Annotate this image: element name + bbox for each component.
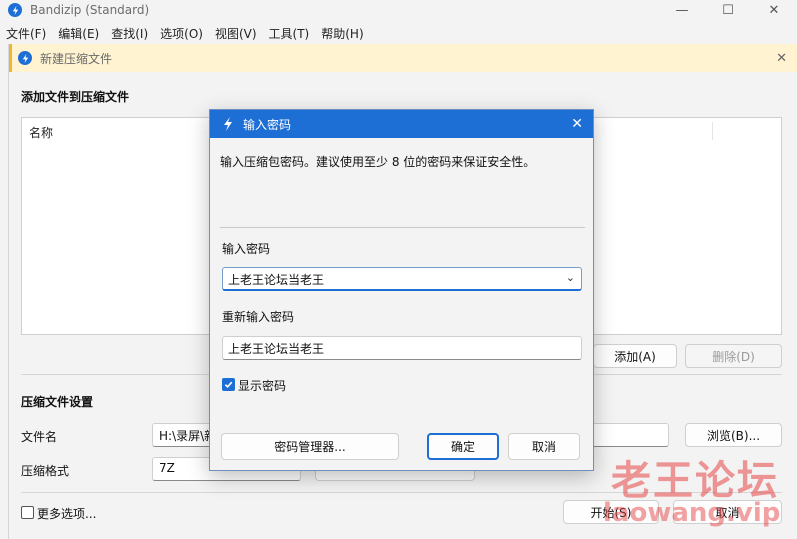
more-options-checkbox[interactable]: [21, 506, 34, 519]
show-password-label[interactable]: 显示密码: [238, 377, 286, 394]
create-archive-title: 新建压缩文件: [40, 51, 113, 66]
password-dialog: 输入密码 ✕ 输入压缩包密码。建议使用至少 8 位的密码来保证安全性。 输入密码…: [209, 109, 594, 471]
more-options-label[interactable]: 更多选项...: [37, 505, 96, 522]
window-controls: — ☐ ✕: [659, 0, 797, 20]
format-label: 压缩格式: [21, 464, 70, 478]
bandizip-logo-icon: [8, 3, 22, 17]
column-header-name[interactable]: 名称: [29, 124, 53, 141]
password-manager-button[interactable]: 密码管理器...: [221, 433, 399, 460]
settings-title: 压缩文件设置: [21, 395, 94, 409]
menu-edit[interactable]: 编辑(E): [52, 25, 105, 42]
app-titlebar: Bandizip (Standard) — ☐ ✕: [0, 0, 797, 20]
maximize-button[interactable]: ☐: [705, 0, 751, 20]
add-button[interactable]: 添加(A): [593, 344, 677, 368]
reenter-password-value: 上老王论坛当老王: [228, 342, 325, 356]
filename-label: 文件名: [21, 430, 58, 444]
password-dialog-titlebar: 输入密码 ✕: [210, 110, 593, 138]
menu-tools[interactable]: 工具(T): [263, 25, 316, 42]
bandizip-logo-icon: [18, 51, 32, 65]
browse-button[interactable]: 浏览(B)...: [685, 423, 782, 447]
password-dialog-title: 输入密码: [243, 117, 292, 132]
delete-button[interactable]: 删除(D): [685, 344, 782, 368]
reenter-password-label: 重新输入密码: [222, 310, 295, 324]
password-description: 输入压缩包密码。建议使用至少 8 位的密码来保证安全性。: [220, 155, 536, 169]
ok-button[interactable]: 确定: [427, 433, 499, 460]
reenter-password-input[interactable]: 上老王论坛当老王: [222, 336, 582, 360]
watermark-url: laowang.vip: [603, 498, 781, 528]
column-divider[interactable]: [712, 122, 713, 140]
close-icon[interactable]: ✕: [776, 51, 787, 66]
divider: [220, 227, 585, 228]
menu-help[interactable]: 帮助(H): [315, 25, 369, 42]
show-password-checkbox[interactable]: [222, 378, 235, 391]
password-label: 输入密码: [222, 242, 271, 256]
minimize-button[interactable]: —: [659, 0, 705, 20]
close-icon[interactable]: ✕: [571, 116, 583, 132]
dialog-cancel-button[interactable]: 取消: [508, 433, 580, 460]
close-button[interactable]: ✕: [751, 0, 797, 20]
password-input[interactable]: 上老王论坛当老王 ⌄: [222, 267, 582, 291]
add-files-title: 添加文件到压缩文件: [21, 90, 130, 104]
menu-options[interactable]: 选项(O): [154, 25, 209, 42]
menu-view[interactable]: 视图(V): [209, 25, 263, 42]
chevron-down-icon[interactable]: ⌄: [566, 271, 575, 284]
password-input-value: 上老王论坛当老王: [228, 273, 325, 287]
menu-find[interactable]: 查找(I): [105, 25, 154, 42]
app-title: Bandizip (Standard): [30, 3, 150, 17]
check-icon: [224, 381, 233, 389]
menu-file[interactable]: 文件(F): [0, 25, 52, 42]
create-archive-header: 新建压缩文件 ✕: [9, 44, 797, 72]
bolt-icon: [224, 117, 232, 131]
menu-bar: 文件(F) 编辑(E) 查找(I) 选项(O) 视图(V) 工具(T) 帮助(H…: [0, 22, 370, 44]
